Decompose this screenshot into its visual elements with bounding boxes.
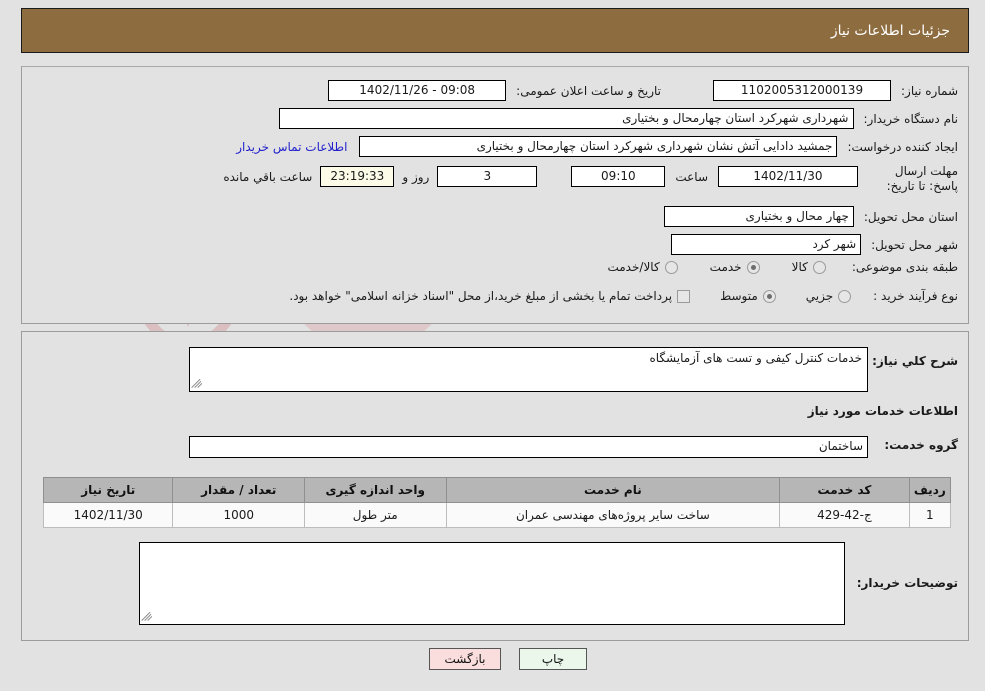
purchase-type-radio-jozi[interactable] — [838, 289, 852, 303]
category-radio-kala[interactable] — [812, 260, 826, 274]
category-option-kala[interactable]: کالا — [792, 260, 826, 274]
buyer-contact-link[interactable]: اطلاعات تماس خریدار — [236, 140, 347, 154]
footer-actions: چاپ بازگشت — [0, 645, 985, 677]
public-announce-group: تاریخ و ساعت اعلان عمومی: 09:08 - 1402/1… — [328, 80, 661, 101]
services-heading-group: اطلاعات خدمات مورد نیاز — [808, 404, 958, 418]
resize-grip-icon[interactable] — [141, 610, 154, 622]
deadline-countdown-field: 23:19:33 — [320, 166, 395, 187]
cell-quantity: 1000 — [172, 502, 305, 528]
back-button[interactable]: بازگشت — [429, 648, 501, 670]
deadline-days-label: روز و — [402, 169, 430, 184]
purchase-type-radio-motevaset[interactable] — [762, 289, 776, 303]
buyer-notes-textarea[interactable] — [139, 542, 845, 625]
need-number-label: شماره نیاز: — [901, 83, 958, 98]
page-title-bar: جزئیات اطلاعات نیاز — [21, 8, 969, 53]
service-group-field[interactable]: ساختمان — [189, 436, 868, 458]
delivery-province-group: استان محل تحویل: چهار محال و بختیاری — [663, 206, 958, 227]
category-option-kala-label: کالا — [791, 260, 808, 274]
service-group-label: گروه خدمت: — [884, 438, 958, 452]
buyer-org-label: نام دستگاه خریدار: — [863, 111, 959, 126]
deadline-time-label: ساعت — [675, 169, 708, 184]
delivery-city-group: شهر محل تحویل: شهر کرد — [671, 234, 958, 255]
category-option-khedmat[interactable]: خدمت — [710, 260, 760, 274]
page-root: AriaTender.net جزئیات اطلاعات نیاز شماره… — [0, 0, 985, 691]
delivery-city-label: شهر محل تحویل: — [871, 237, 958, 252]
col-index: ردیف — [908, 477, 952, 503]
deadline-label: مهلت ارسال پاسخ: تا تاریخ: — [886, 164, 958, 193]
requester-label: ایجاد کننده درخواست: — [847, 139, 958, 154]
deadline-time-field[interactable]: 09:10 — [571, 166, 666, 187]
col-code: کد خدمت — [779, 477, 910, 503]
public-announce-label: تاریخ و ساعت اعلان عمومی: — [516, 83, 661, 98]
deadline-days-field[interactable]: 3 — [437, 166, 538, 187]
purchase-type-option-jozi-label: جزیي — [805, 289, 834, 303]
print-button[interactable]: چاپ — [519, 648, 587, 670]
cell-unit: متر طول — [303, 502, 447, 528]
cell-code: ج-42-429 — [779, 502, 910, 528]
category-group: طبقه بندی موضوعی: کالا خدمت کالا/خدمت — [607, 260, 958, 274]
need-info-panel: شماره نیاز: 1102005312000139 تاریخ و ساع… — [21, 66, 969, 324]
service-group-row: گروه خدمت: — [884, 438, 958, 452]
need-number-field[interactable]: 1102005312000139 — [713, 80, 891, 101]
page-title: جزئیات اطلاعات نیاز — [830, 22, 950, 39]
deadline-label-group: مهلت ارسال پاسخ: تا تاریخ: — [866, 164, 958, 194]
requester-group: ایجاد کننده درخواست: جمشید دادایی آتش نش… — [236, 136, 958, 157]
col-name: نام خدمت — [445, 477, 781, 503]
col-unit: واحد اندازه گیری — [303, 477, 447, 503]
category-option-kala-khedmat[interactable]: کالا/خدمت — [607, 260, 678, 274]
category-label: طبقه بندی موضوعی: — [851, 260, 958, 274]
delivery-city-field[interactable]: شهر کرد — [671, 234, 862, 255]
col-need-date: تاریخ نیاز — [42, 477, 174, 503]
buyer-org-group: نام دستگاه خریدار: شهرداری شهرکرد استان … — [278, 108, 959, 129]
buyer-notes-label: توضیحات خریدار: — [856, 576, 958, 590]
treasury-bonds-label: پرداخت تمام یا بخشی از مبلغ خرید،از محل … — [289, 289, 673, 303]
deadline-date-field[interactable]: 1402/11/30 — [718, 166, 858, 187]
deadline-values-group: 1402/11/30 ساعت 09:10 3 روز و 23:19:33 س… — [223, 166, 858, 187]
category-option-khedmat-label: خدمت — [709, 260, 742, 274]
general-desc-group: شرح کلي نیاز: — [872, 354, 958, 368]
purchase-type-option-motevaset[interactable]: متوسط — [720, 289, 776, 303]
general-desc-textarea[interactable]: خدمات کنترل کیفی و تست های آزمایشگاه — [189, 347, 868, 392]
services-heading: اطلاعات خدمات مورد نیاز — [807, 404, 958, 418]
purchase-type-group: نوع فرآیند خرید : جزیي متوسط پرداخت تمام… — [289, 289, 958, 303]
general-desc-label: شرح کلي نیاز: — [872, 354, 958, 368]
cell-need-date: 1402/11/30 — [42, 502, 174, 528]
category-radio-khedmat[interactable] — [746, 260, 760, 274]
cell-name: ساخت سایر پروژه‌های مهندسی عمران — [445, 502, 781, 528]
need-number-group: شماره نیاز: 1102005312000139 — [713, 80, 958, 101]
purchase-type-option-motevaset-label: متوسط — [720, 289, 758, 303]
category-radio-kala-khedmat[interactable] — [664, 260, 678, 274]
general-desc-value: خدمات کنترل کیفی و تست های آزمایشگاه — [649, 351, 862, 365]
resize-grip-icon[interactable] — [191, 377, 204, 389]
requester-field[interactable]: جمشید دادایی آتش نشان شهرداری شهرکرد است… — [359, 136, 838, 157]
purchase-type-label: نوع فرآیند خرید : — [873, 289, 958, 303]
table-header-row: ردیف کد خدمت نام خدمت واحد اندازه گیری ت… — [42, 477, 952, 503]
cell-index: 1 — [908, 502, 952, 528]
table-row: 1 ج-42-429 ساخت سایر پروژه‌های مهندسی عم… — [42, 502, 952, 528]
public-announce-field[interactable]: 09:08 - 1402/11/26 — [328, 80, 507, 101]
category-option-kala-khedmat-label: کالا/خدمت — [607, 260, 660, 274]
deadline-countdown-label: ساعت باقي مانده — [223, 169, 313, 184]
delivery-province-field[interactable]: چهار محال و بختیاری — [663, 206, 854, 227]
service-details-panel: شرح کلي نیاز: خدمات کنترل کیفی و تست های… — [21, 331, 969, 641]
treasury-bonds-checkbox[interactable] — [677, 289, 691, 303]
buyer-notes-row: توضیحات خریدار: — [857, 576, 958, 590]
treasury-bonds-checkbox-group[interactable]: پرداخت تمام یا بخشی از مبلغ خرید،از محل … — [289, 289, 691, 303]
buyer-org-field[interactable]: شهرداری شهرکرد استان چهارمحال و بختیاری — [278, 108, 854, 129]
services-table: ردیف کد خدمت نام خدمت واحد اندازه گیری ت… — [42, 477, 952, 528]
col-quantity: تعداد / مقدار — [172, 477, 305, 503]
delivery-province-label: استان محل تحویل: — [863, 209, 958, 224]
purchase-type-option-jozi[interactable]: جزیي — [805, 289, 852, 303]
